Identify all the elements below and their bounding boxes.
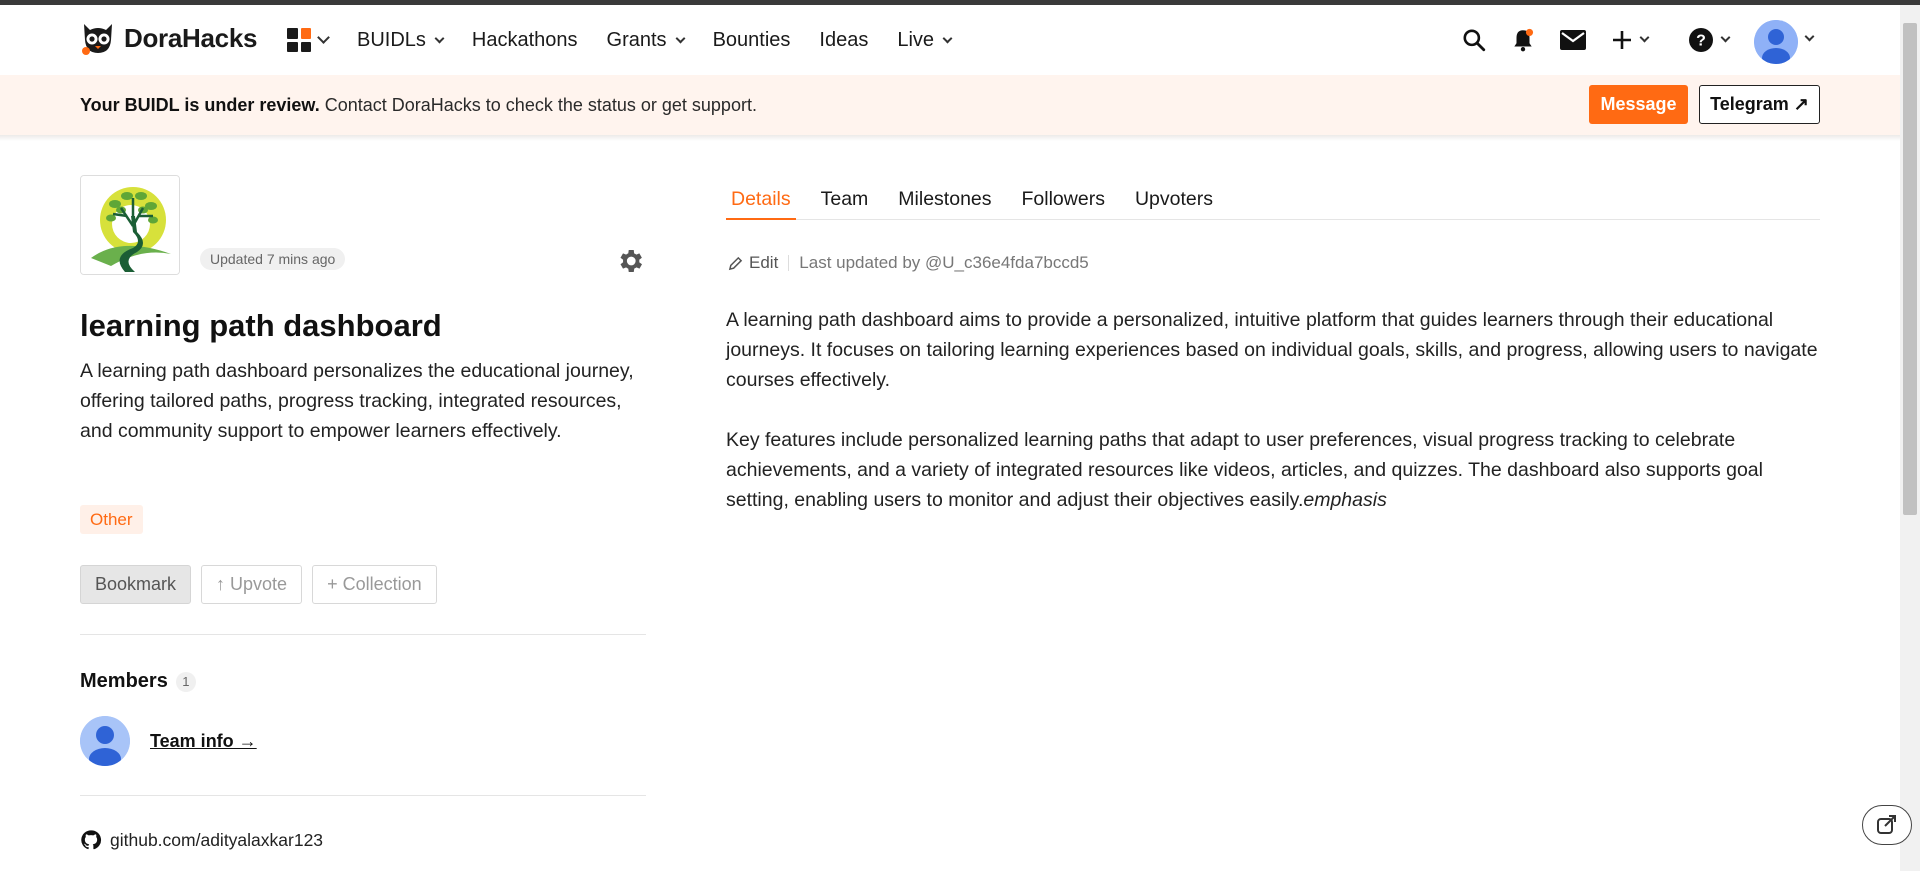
project-actions: Bookmark ↑ Upvote + Collection [80,565,437,604]
menu-item-live[interactable]: Live [897,29,953,52]
section-divider [80,634,646,635]
plus-icon [1612,31,1631,49]
main-menu: BUIDLs Hackathons Grants Bounties Ideas … [357,29,953,52]
dorahacks-logo[interactable]: DoraHacks [80,20,257,56]
github-icon [81,830,102,850]
details-content: A learning path dashboard aims to provid… [726,305,1820,545]
chevron-down-icon [317,31,330,44]
brand-name: DoraHacks [124,22,258,53]
help-icon: ? [1688,28,1713,52]
bell-icon [1514,28,1534,52]
scrollbar-thumb[interactable] [1903,23,1917,515]
category-tag[interactable]: Other [80,505,143,534]
user-avatar-icon [1754,20,1798,64]
menu-item-hackathons[interactable]: Hackathons [472,29,578,52]
github-link[interactable]: github.com/adityalaxkar123 [80,829,323,851]
project-tabs: Details Team Milestones Followers Upvote… [726,180,1820,220]
page-scrollbar[interactable] [1900,5,1920,871]
chevron-down-icon [1639,32,1649,43]
avatar-chevron-down-icon[interactable] [1804,31,1815,42]
telegram-button[interactable]: Telegram ↗ [1699,85,1820,124]
help-menu-button[interactable]: ? [1683,22,1733,58]
menu-item-buidls[interactable]: BUIDLs [357,29,445,52]
tree-logo-icon [81,176,179,274]
review-banner: Your BUIDL is under review. Contact Dora… [0,75,1900,135]
project-title: learning path dashboard [80,308,442,343]
last-updated-text: Last updated by @U_c36e4fda7bccd5 [799,253,1089,272]
svg-text:?: ? [1696,33,1706,50]
pencil-icon [728,256,743,270]
create-menu-button[interactable] [1604,22,1654,58]
tab-upvoters[interactable]: Upvoters [1130,180,1218,220]
section-divider [80,795,646,796]
upvote-button[interactable]: ↑ Upvote [201,565,303,604]
menu-item-grants[interactable]: Grants [607,29,686,52]
message-button[interactable]: Message [1589,85,1688,124]
top-navigation: DoraHacks BUIDLs Hackathons Grants Bount… [0,5,1900,75]
chevron-down-icon [1720,32,1730,43]
updated-badge: Updated 7 mins ago [200,248,346,270]
share-icon [1877,815,1896,834]
tab-milestones[interactable]: Milestones [893,180,996,220]
review-banner-text: Your BUIDL is under review. Contact Dora… [80,95,757,115]
members-heading: Members 1 [80,670,196,693]
banner-shadow [0,135,1900,141]
separator [788,255,790,271]
notifications-button[interactable] [1505,22,1541,58]
member-avatar[interactable] [80,716,130,766]
bookmark-button[interactable]: Bookmark [80,565,192,604]
details-paragraph-2: Key features include personalized learni… [726,429,1763,511]
details-paragraph-1: A learning path dashboard aims to provid… [726,309,1818,391]
team-info-link[interactable]: Team info → [150,731,257,752]
apps-grid-icon [287,28,311,52]
share-button[interactable] [1862,805,1912,845]
project-summary: A learning path dashboard personalizes t… [80,360,634,442]
settings-gear-icon[interactable] [615,246,645,276]
search-icon [1463,29,1486,52]
chevron-down-icon [942,33,953,43]
user-avatar-icon [80,716,130,766]
messages-button[interactable] [1555,22,1591,58]
user-avatar[interactable] [1754,20,1798,64]
members-count-badge: 1 [175,671,196,692]
edit-row: Edit Last updated by @U_c36e4fda7bccd5 [728,253,1089,273]
emphasis-text: emphasis [1303,489,1387,511]
chevron-down-icon [434,33,445,43]
tab-followers[interactable]: Followers [1017,180,1110,220]
apps-menu-button[interactable] [287,28,330,52]
edit-button[interactable]: Edit [728,253,778,273]
menu-item-ideas[interactable]: Ideas [819,29,868,52]
add-to-collection-button[interactable]: + Collection [312,565,437,604]
owl-logo-icon [82,24,112,55]
project-logo [80,175,180,275]
menu-item-bounties[interactable]: Bounties [713,29,791,52]
tab-details[interactable]: Details [726,180,796,220]
tab-team[interactable]: Team [816,180,874,220]
mail-icon [1560,30,1586,50]
search-button[interactable] [1456,22,1492,58]
chevron-down-icon [675,33,686,43]
